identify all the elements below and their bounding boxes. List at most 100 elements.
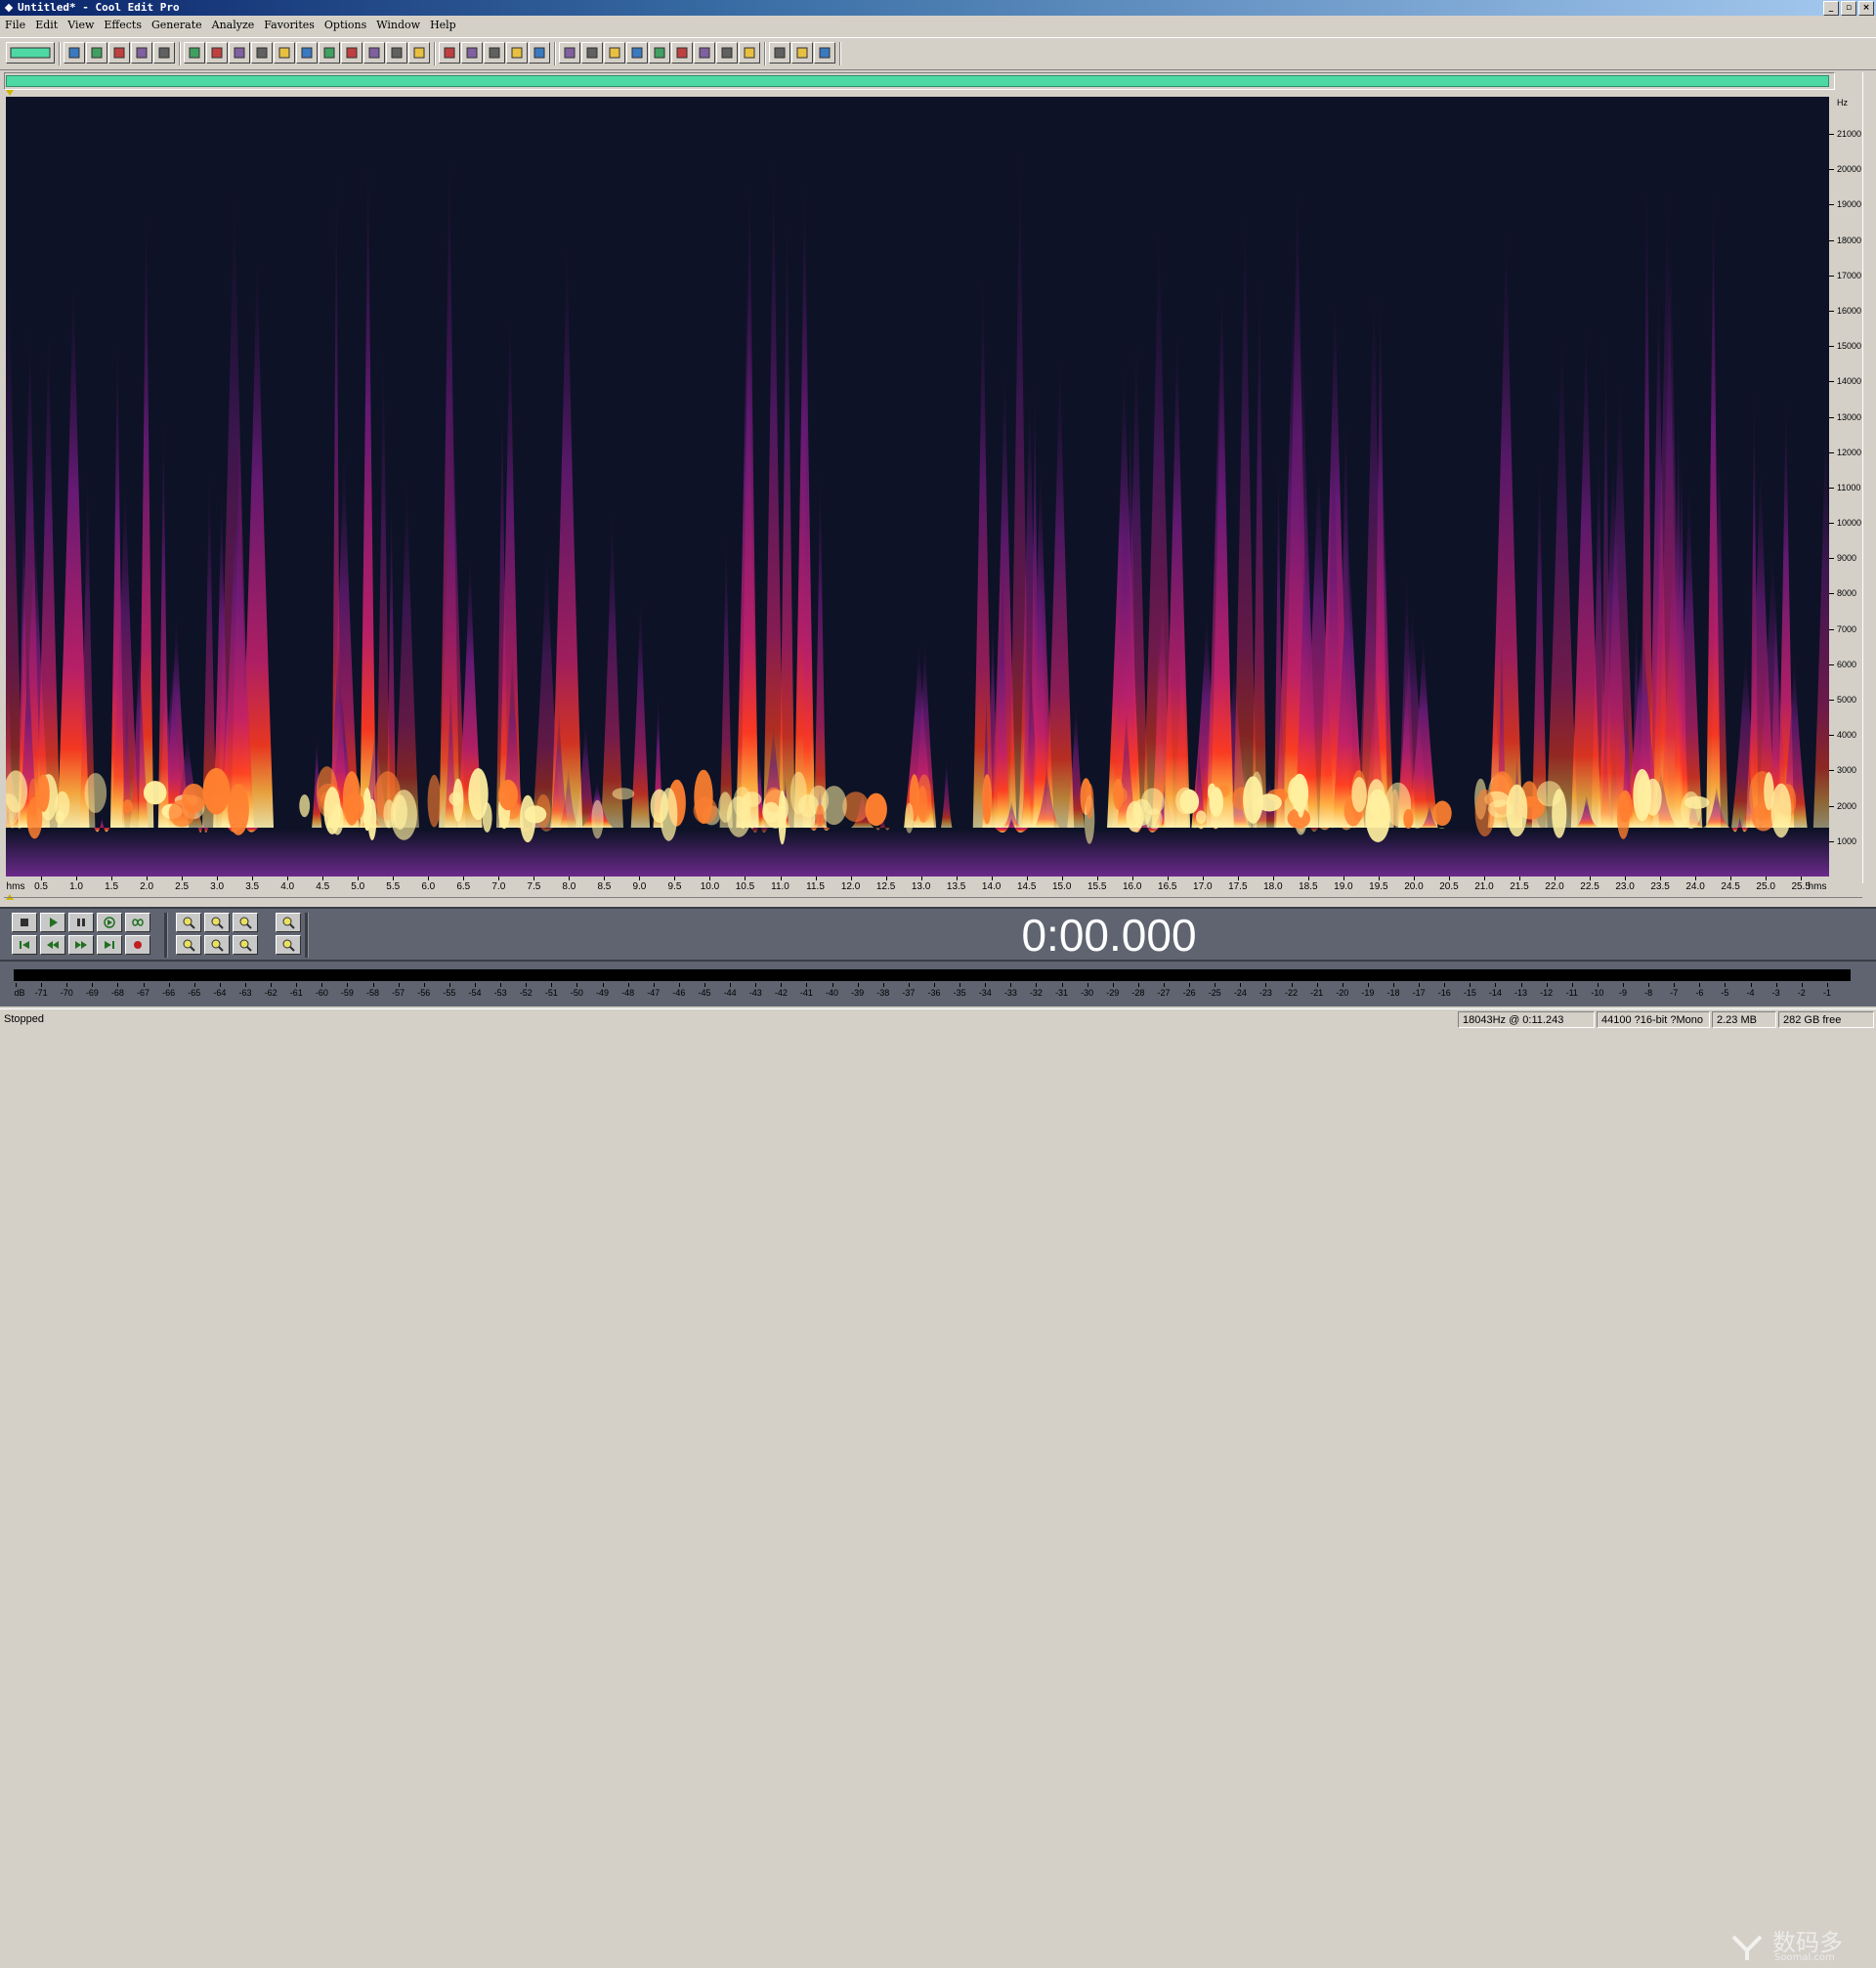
time-tick — [1096, 877, 1098, 880]
help-button[interactable] — [814, 42, 835, 64]
zoom-full-button[interactable] — [233, 913, 258, 932]
play-list-button[interactable] — [604, 42, 625, 64]
waveform-overview-bar[interactable] — [6, 75, 1829, 87]
time-tick — [1695, 877, 1697, 880]
view-spectral-alt-button[interactable] — [506, 42, 528, 64]
menu-effects[interactable]: Effects — [99, 17, 147, 34]
horizontal-scrollbar[interactable] — [4, 897, 1862, 905]
spectral-peak — [816, 804, 825, 827]
menu-generate[interactable]: Generate — [147, 17, 207, 34]
time-tick-label: 23.0 — [1615, 881, 1635, 892]
zoom-vertical-out-button[interactable] — [276, 935, 301, 955]
zoom-in-button[interactable] — [176, 913, 201, 932]
undo-button[interactable] — [184, 42, 205, 64]
menu-edit[interactable]: Edit — [30, 17, 63, 34]
zoom-button[interactable] — [649, 42, 670, 64]
time-tick-label: 21.0 — [1474, 881, 1494, 892]
time-tick — [287, 877, 289, 880]
close-icon — [158, 47, 170, 59]
fast-forward-button[interactable] — [68, 935, 94, 955]
menu-view[interactable]: View — [63, 17, 99, 34]
time-format-button[interactable] — [671, 42, 693, 64]
save-all-button[interactable] — [131, 42, 152, 64]
meter-tick — [1010, 983, 1012, 987]
close-button[interactable] — [153, 42, 175, 64]
stop-icon — [21, 919, 28, 926]
script-button[interactable] — [791, 42, 813, 64]
menu-window[interactable]: Window — [371, 17, 425, 34]
meter-tick-label: -28 — [1131, 988, 1145, 998]
paste-button[interactable] — [319, 42, 340, 64]
cue-list-button[interactable] — [581, 42, 603, 64]
meter-tick-label: -29 — [1106, 988, 1120, 998]
hz-tick-label: 13000 — [1837, 411, 1862, 422]
go-to-end-button[interactable] — [97, 935, 122, 955]
time-tick-label: 12.0 — [840, 881, 861, 892]
redo-button[interactable] — [206, 42, 228, 64]
start-marker-top[interactable] — [6, 90, 14, 96]
time-tick — [639, 877, 641, 880]
go-to-start-button[interactable] — [12, 935, 37, 955]
paste-new-button[interactable] — [341, 42, 362, 64]
view-waveform-button[interactable] — [439, 42, 460, 64]
meter-tick — [882, 983, 884, 987]
view-spectral-icon — [489, 47, 500, 59]
zoom-vertical-in-button[interactable] — [276, 913, 301, 932]
zoom-right-button[interactable] — [204, 935, 230, 955]
play-button[interactable] — [40, 913, 65, 932]
vertical-scrollbar[interactable] — [1862, 72, 1876, 883]
menu-options[interactable]: Options — [320, 17, 371, 34]
spectral-view[interactable] — [6, 97, 1829, 877]
spectral-peak — [345, 791, 364, 822]
spectral-peak — [323, 787, 341, 834]
view-spectral-button[interactable] — [484, 42, 505, 64]
menu-favorites[interactable]: Favorites — [259, 17, 320, 34]
toolbar-separator — [764, 42, 766, 65]
view-envelope-button[interactable] — [461, 42, 483, 64]
stop-button[interactable] — [12, 913, 37, 932]
cut-button[interactable] — [296, 42, 318, 64]
view-spectral-alt-icon — [511, 47, 523, 59]
repeat-button[interactable] — [229, 42, 250, 64]
record-button[interactable] — [408, 42, 430, 64]
copy-new-button[interactable] — [274, 42, 295, 64]
rewind-button[interactable] — [40, 935, 65, 955]
meter-tick — [448, 983, 450, 987]
grid-button[interactable] — [559, 42, 580, 64]
menu-help[interactable]: Help — [425, 17, 461, 34]
settings-button[interactable] — [769, 42, 790, 64]
record-button[interactable] — [125, 935, 150, 955]
view-phase-button[interactable] — [529, 42, 550, 64]
spectral-peak — [1536, 781, 1562, 807]
new-button[interactable] — [64, 42, 85, 64]
time-display: 0:00.000 — [1021, 910, 1197, 961]
meter-tick-label: -26 — [1182, 988, 1196, 998]
close-button[interactable]: × — [1858, 1, 1874, 16]
restore-button[interactable]: ▫ — [1841, 1, 1856, 16]
menu-analyze[interactable]: Analyze — [207, 17, 260, 34]
mix-paste-button[interactable] — [363, 42, 385, 64]
zoom-selection-button[interactable] — [233, 935, 258, 955]
zoom-left-button[interactable] — [176, 935, 201, 955]
loop-button[interactable] — [125, 913, 150, 932]
status-button[interactable] — [716, 42, 738, 64]
hz-tick — [1829, 416, 1834, 418]
paste-special-button[interactable] — [386, 42, 407, 64]
waveform-multitrack-toggle-button[interactable] — [6, 42, 55, 64]
info-button[interactable] — [739, 42, 760, 64]
zoom-left-icon — [183, 939, 195, 952]
level-meter: dB -71 -70 -69 -68 -67 -66 -65 -64 -63 -62 -61 -60 -5… — [0, 962, 1876, 1963]
open-button[interactable] — [86, 42, 107, 64]
play-to-end-button[interactable] — [97, 913, 122, 932]
copy-button[interactable] — [251, 42, 273, 64]
minimize-button[interactable]: _ — [1823, 1, 1839, 16]
menu-file[interactable]: File — [0, 17, 30, 34]
playback-button[interactable] — [626, 42, 648, 64]
save-button[interactable] — [108, 42, 130, 64]
time-tick-label: 17.5 — [1228, 881, 1248, 892]
zoom-out-button[interactable] — [204, 913, 230, 932]
pause-button[interactable] — [68, 913, 94, 932]
snap-button[interactable] — [694, 42, 715, 64]
